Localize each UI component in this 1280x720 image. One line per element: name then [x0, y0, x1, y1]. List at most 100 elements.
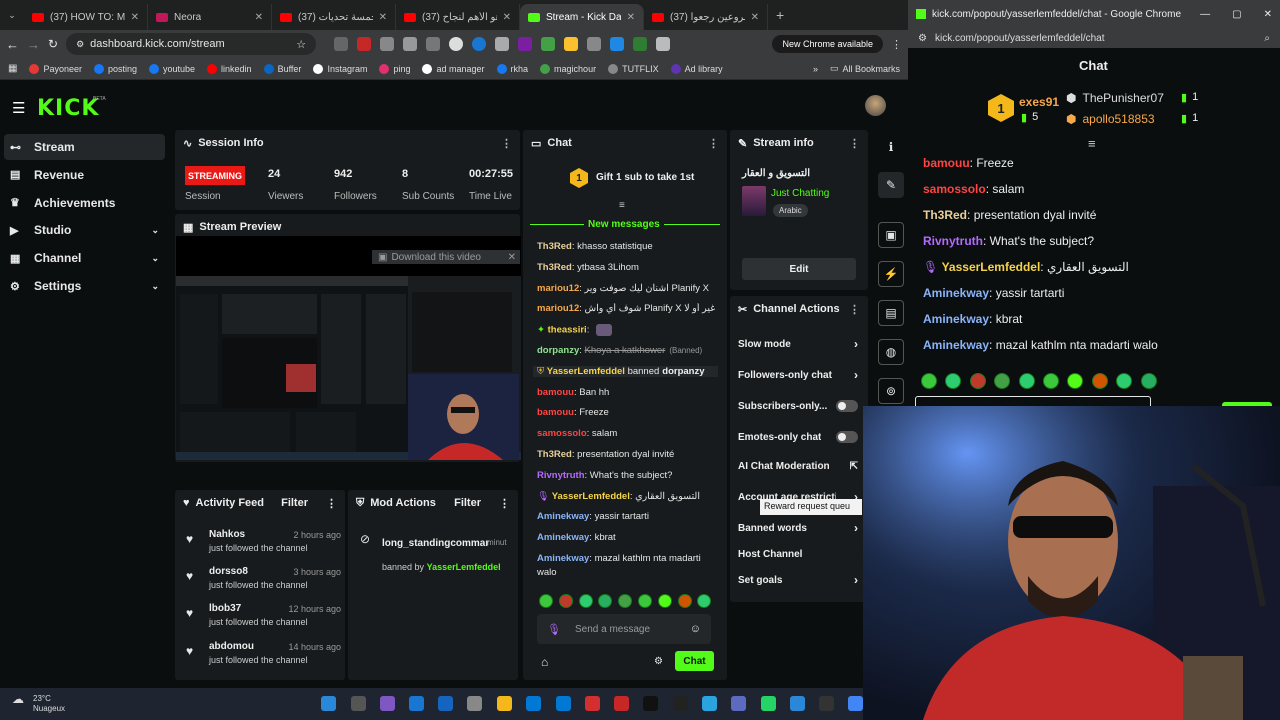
- user-avatar[interactable]: [865, 95, 886, 116]
- app-icon[interactable]: [614, 696, 629, 711]
- extension-icon[interactable]: [633, 37, 648, 51]
- bookmark-item[interactable]: ping: [379, 63, 410, 74]
- follower-name[interactable]: abdomou: [209, 641, 254, 652]
- chat-username[interactable]: samossolo: [537, 428, 587, 439]
- channel-action-host-channel[interactable]: Host Channel: [738, 544, 858, 564]
- extension-icon[interactable]: [334, 37, 349, 51]
- gift-sub-link[interactable]: Gift 1 sub to take 1st: [596, 172, 694, 183]
- chat-username[interactable]: Th3Red: [537, 241, 572, 252]
- tab-close-icon[interactable]: ✕: [131, 12, 139, 23]
- chat-username[interactable]: mariou12: [537, 283, 579, 294]
- hamburger-menu-icon[interactable]: ☰: [12, 99, 25, 117]
- menu-dots-icon[interactable]: ⋮: [708, 137, 719, 150]
- extension-icon[interactable]: [495, 37, 510, 51]
- extension-icon[interactable]: [587, 37, 602, 51]
- extension-icon[interactable]: [357, 37, 372, 51]
- puzzle-icon[interactable]: [656, 37, 671, 51]
- leader-name[interactable]: exes91: [1019, 95, 1059, 109]
- mod-target-user[interactable]: long_standingcommar: [382, 538, 489, 549]
- opera-icon[interactable]: [585, 696, 600, 711]
- folder-icon[interactable]: [497, 696, 512, 711]
- chat-username[interactable]: YasserLemfeddel: [942, 260, 1041, 274]
- browser-tab[interactable]: (37) HOW TO: Make ✕: [24, 4, 148, 30]
- broadcast-icon[interactable]: ⊚: [878, 378, 904, 404]
- emote-button[interactable]: [539, 594, 553, 608]
- extension-icon[interactable]: [449, 37, 464, 51]
- photos-icon[interactable]: [790, 696, 805, 711]
- follower-name[interactable]: dorsso8: [209, 566, 248, 577]
- extension-icon[interactable]: [541, 37, 556, 51]
- browser-tab[interactable]: Stream - Kick Dashb ✕: [520, 4, 644, 30]
- bookmark-star-icon[interactable]: ☆: [296, 38, 306, 51]
- emote-button[interactable]: [638, 594, 652, 608]
- kick-logo[interactable]: KICK: [37, 96, 99, 121]
- menu-dots-icon[interactable]: ⋮: [499, 497, 510, 510]
- minimize-icon[interactable]: —: [1200, 9, 1210, 20]
- emote-button[interactable]: [1043, 373, 1059, 389]
- toggle-switch[interactable]: [836, 431, 858, 443]
- toggle-switch[interactable]: [836, 400, 858, 412]
- chat-input[interactable]: 🎙︎ Send a message ☺: [537, 614, 711, 644]
- store-icon[interactable]: [526, 696, 541, 711]
- sidebar-item-channel[interactable]: ▦ Channel ⌄: [4, 245, 165, 271]
- new-tab-button[interactable]: +: [776, 7, 784, 23]
- chat-username[interactable]: YasserLemfeddel: [547, 366, 625, 377]
- lightning-icon[interactable]: ⚡: [878, 261, 904, 287]
- sidebar-item-studio[interactable]: ▶ Studio ⌄: [4, 217, 165, 243]
- channel-action-subscribers-only[interactable]: Subscribers-only...: [738, 396, 858, 416]
- sidebar-item-revenue[interactable]: ▤ Revenue: [4, 162, 165, 188]
- tab-close-icon[interactable]: ✕: [627, 12, 635, 23]
- emote-button[interactable]: [921, 373, 937, 389]
- extension-icon[interactable]: [610, 37, 625, 51]
- bookmark-item[interactable]: magichour: [540, 63, 596, 74]
- sidebar-item-settings[interactable]: ⚙ Settings ⌄: [4, 273, 165, 299]
- category-link[interactable]: Just Chatting: [771, 188, 829, 199]
- notion-icon[interactable]: [819, 696, 834, 711]
- chat-username[interactable]: Aminekway: [923, 338, 989, 352]
- chat-username[interactable]: mariou12: [537, 303, 579, 314]
- tab-search-icon[interactable]: ⌄: [0, 10, 24, 21]
- menu-dots-icon[interactable]: ⋮: [326, 497, 337, 510]
- follower-name[interactable]: lbob37: [209, 603, 241, 614]
- channel-action-emotes-only-chat[interactable]: Emotes-only chat: [738, 427, 858, 447]
- forward-icon[interactable]: →: [27, 37, 40, 52]
- chat-username[interactable]: bamouu: [537, 387, 574, 398]
- new-chrome-available-button[interactable]: New Chrome available: [772, 35, 883, 53]
- bookmark-item[interactable]: rkha: [496, 63, 528, 74]
- chrome-icon[interactable]: [848, 696, 863, 711]
- chat-username[interactable]: bamouu: [537, 407, 574, 418]
- extension-icon[interactable]: [403, 37, 418, 51]
- bookmark-item[interactable]: youtube: [149, 63, 195, 74]
- copilot-icon[interactable]: [380, 696, 395, 711]
- search-icon[interactable]: [351, 696, 366, 711]
- chat-username[interactable]: Th3Red: [923, 208, 967, 222]
- menu-dots-icon[interactable]: ⋮: [501, 137, 512, 150]
- tab-close-icon[interactable]: ✕: [379, 12, 387, 23]
- browser-tab[interactable]: (37) مشروعين رجعوا ✕: [644, 4, 768, 30]
- channel-action-banned-words[interactable]: Banned words ›: [738, 518, 858, 538]
- close-icon[interactable]: ✕: [508, 252, 516, 263]
- document-icon[interactable]: ▤: [878, 300, 904, 326]
- tiktok-icon[interactable]: [643, 696, 658, 711]
- channel-action-set-goals[interactable]: Set goals ›: [738, 570, 858, 590]
- apps-grid-icon[interactable]: ▦: [8, 63, 17, 74]
- chat-username[interactable]: Th3Red: [537, 449, 572, 460]
- whatsapp-icon[interactable]: [761, 696, 776, 711]
- emote-button[interactable]: [578, 594, 593, 608]
- store-icon[interactable]: ⌂: [541, 655, 548, 669]
- menu-dots-icon[interactable]: ⋮: [849, 303, 860, 316]
- extension-icon[interactable]: [380, 37, 395, 51]
- tab-close-icon[interactable]: ✕: [503, 12, 511, 23]
- download-video-bar[interactable]: ▣ Download this video ✕: [372, 250, 520, 264]
- maximize-icon[interactable]: ▢: [1232, 9, 1241, 20]
- app-icon[interactable]: [731, 696, 746, 711]
- telegram-icon[interactable]: [702, 696, 717, 711]
- chat-username[interactable]: Rivnytruth: [537, 470, 585, 481]
- browser-tab[interactable]: (37) ما هو الأهم لنجاح ✕: [396, 4, 520, 30]
- edge-icon[interactable]: [438, 696, 453, 711]
- emote-button[interactable]: [1018, 373, 1035, 389]
- emote-button[interactable]: [558, 594, 573, 608]
- extension-icon[interactable]: [426, 37, 441, 51]
- chat-username[interactable]: Aminekway: [537, 553, 589, 564]
- screen-icon[interactable]: ▣: [878, 222, 904, 248]
